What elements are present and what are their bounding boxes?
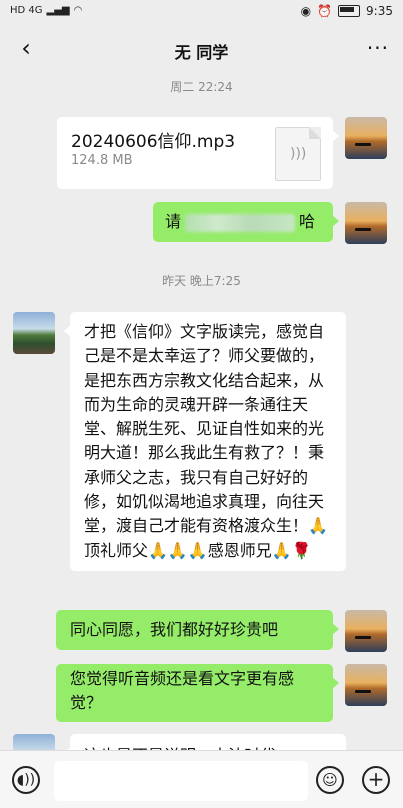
timestamp: 周二 22:24	[170, 80, 233, 94]
wifi-icon: ◠	[73, 5, 83, 16]
chat-header: ‹ 无 同学 ···	[0, 26, 403, 72]
status-time: 9:35	[366, 4, 393, 18]
file-message[interactable]: 20240606信仰.mp3 124.8 MB )))	[57, 117, 339, 189]
network-label: HD 4G	[10, 5, 43, 16]
input-bar: ◖)) ☺ +	[0, 750, 403, 808]
my-avatar[interactable]	[345, 117, 387, 159]
battery-icon	[338, 5, 361, 17]
redacted-block	[185, 213, 296, 232]
message-suffix: 哈	[299, 212, 316, 231]
message-bubble-them[interactable]: 这也是不是说明，末法时代	[64, 734, 346, 750]
audio-file-icon: )))	[275, 127, 321, 181]
my-avatar[interactable]	[345, 202, 387, 244]
more-icon[interactable]: ···	[367, 34, 389, 62]
message-input[interactable]	[54, 761, 308, 801]
message-bubble-me[interactable]: 请哈	[153, 202, 339, 242]
friend-avatar[interactable]	[13, 312, 55, 354]
file-name: 20240606信仰.mp3	[71, 132, 236, 152]
message-prefix: 请	[165, 212, 182, 231]
eye-icon: ◉	[300, 4, 312, 18]
timestamp: 昨天 晚上7:25	[162, 274, 241, 288]
message-bubble-them[interactable]: 才把《信仰》文字版读完，感觉自己是不是太幸运了？师父要做的，是把东西方宗教文化结…	[64, 312, 346, 571]
my-avatar[interactable]	[345, 664, 387, 706]
message-bubble-me[interactable]: 您觉得听音频还是看文字更有感觉？	[56, 664, 339, 722]
network-indicator: HD 4G ▂▄▆ ◠	[10, 5, 82, 16]
friend-avatar[interactable]	[13, 734, 55, 750]
file-fold	[309, 127, 321, 139]
message-bubble-me[interactable]: 同心同愿，我们都好好珍贵吧	[56, 610, 339, 650]
status-bar: HD 4G ▂▄▆ ◠ ◉ ⏰ 9:35	[0, 0, 403, 26]
my-avatar[interactable]	[345, 610, 387, 652]
signal-icon: ▂▄▆	[46, 5, 70, 16]
sound-wave-icon: )))	[290, 146, 307, 162]
file-size: 124.8 MB	[71, 153, 133, 168]
message-list[interactable]: 周二 22:24 20240606信仰.mp3 124.8 MB ))) 请哈 …	[0, 72, 403, 750]
status-right: ◉ ⏰ 9:35	[301, 4, 393, 18]
emoji-icon[interactable]: ☺	[316, 766, 344, 794]
plus-icon[interactable]: +	[362, 766, 390, 794]
back-icon[interactable]: ‹	[14, 34, 38, 62]
voice-icon[interactable]: ◖))	[12, 766, 40, 794]
alarm-icon: ⏰	[317, 4, 333, 18]
chat-title: 无 同学	[174, 43, 229, 62]
